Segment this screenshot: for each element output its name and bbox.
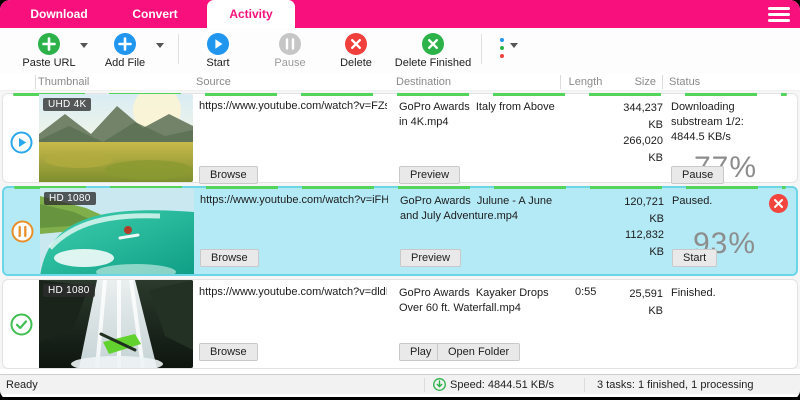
more-dropdown-icon[interactable] xyxy=(510,43,518,48)
tab-bar: Download Convert Activity xyxy=(0,0,800,28)
delete-button[interactable]: Delete xyxy=(327,32,385,69)
size-total: 266,020 KB xyxy=(623,135,663,164)
length-cell: 0:55 xyxy=(575,286,597,298)
source-url[interactable]: https://www.youtube.com/watch?v=iFHN1bd5… xyxy=(200,194,388,206)
status-speed-label: Speed: 4844.51 KB/s xyxy=(450,378,554,391)
size-cell: 344,237 KB 266,020 KB xyxy=(613,94,665,191)
plus-circle-green-icon xyxy=(38,32,60,55)
quality-badge: HD 1080 xyxy=(44,192,96,205)
video-thumbnail-surfer[interactable]: HD 1080 xyxy=(40,188,194,274)
row-state-cell xyxy=(4,188,40,274)
tab-activity[interactable]: Activity xyxy=(207,0,295,28)
length-cell xyxy=(564,188,614,274)
app-window: Download Convert Activity Paste URL Add … xyxy=(0,0,800,400)
play-status-icon[interactable] xyxy=(10,131,33,154)
source-cell: https://www.youtube.com/watch?v=dldIBtsZ… xyxy=(193,280,393,368)
destination-cell: GoPro Awards Julune - A June and July Ad… xyxy=(394,188,564,274)
hamburger-menu-icon[interactable] xyxy=(768,7,790,22)
remove-row-icon[interactable] xyxy=(769,194,788,213)
quality-badge: UHD 4K xyxy=(43,98,92,111)
header-size[interactable]: Size xyxy=(610,76,662,88)
status-cell: Downloading substream 1/2: 4844.5 KB/s 7… xyxy=(665,94,797,191)
start-row-button[interactable]: Start xyxy=(672,249,718,267)
size-cell: 25,591 KB xyxy=(613,280,665,368)
browse-button[interactable]: Browse xyxy=(200,249,259,267)
browse-button[interactable]: Browse xyxy=(199,165,258,184)
toolbar-separator xyxy=(178,33,179,64)
play-circle-icon xyxy=(207,32,229,55)
browse-button[interactable]: Browse xyxy=(199,343,258,361)
check-status-icon[interactable] xyxy=(10,313,33,336)
header-source[interactable]: Source xyxy=(190,76,390,88)
tab-download[interactable]: Download xyxy=(15,0,103,28)
pause-circle-icon xyxy=(279,32,301,55)
quality-badge: HD 1080 xyxy=(43,284,95,297)
download-arrow-icon xyxy=(433,378,446,391)
row-state-cell xyxy=(3,94,39,191)
start-button[interactable]: Start xyxy=(189,32,247,69)
destination-cell: GoPro Awards Italy from Above in 4K.mp4 … xyxy=(393,94,563,191)
pause-status-icon[interactable] xyxy=(11,220,34,243)
source-url[interactable]: https://www.youtube.com/watch?v=FZsxz9Zp… xyxy=(199,100,387,112)
open-folder-button[interactable]: Open Folder xyxy=(437,343,521,361)
preview-button[interactable]: Preview xyxy=(399,165,461,184)
play-button[interactable]: Play xyxy=(399,343,443,361)
pause-button: Pause xyxy=(261,32,319,69)
header-thumbnail[interactable]: Thumbnail xyxy=(36,76,190,88)
header-status[interactable]: Status xyxy=(662,74,800,89)
pause-label: Pause xyxy=(274,56,306,69)
toolbar: Paste URL Add File Start Pause Delete De… xyxy=(0,28,800,73)
delete-finished-circle-icon xyxy=(422,32,444,55)
add-file-label: Add File xyxy=(104,56,146,69)
status-tasks: 3 tasks: 1 finished, 1 processing xyxy=(584,377,754,392)
destination-filename: GoPro Awards Kayaker Drops Over 60 ft. W… xyxy=(399,287,552,314)
tab-convert[interactable]: Convert xyxy=(111,0,199,28)
plus-circle-blue-icon xyxy=(114,32,136,55)
three-dots-menu-icon[interactable] xyxy=(500,37,504,58)
header-length[interactable]: Length xyxy=(560,74,610,89)
source-url[interactable]: https://www.youtube.com/watch?v=dldIBtsZ… xyxy=(199,286,387,298)
paste-url-dropdown-icon[interactable] xyxy=(80,43,88,48)
destination-cell: GoPro Awards Kayaker Drops Over 60 ft. W… xyxy=(393,280,563,368)
header-destination[interactable]: Destination xyxy=(390,76,560,88)
paste-url-label: Paste URL xyxy=(22,56,76,69)
download-row-downloading[interactable]: UHD 4K https://www.youtube.com/watch?v=F… xyxy=(2,93,798,184)
delete-finished-label: Delete Finished xyxy=(394,56,472,69)
length-cell xyxy=(563,94,613,191)
header-icon-col xyxy=(0,74,36,89)
destination-filename: GoPro Awards Julune - A June and July Ad… xyxy=(400,195,556,222)
size-total: 25,591 KB xyxy=(629,288,663,317)
status-text: Downloading substream 1/2: xyxy=(671,101,744,128)
status-bar: Ready Speed: 4844.51 KB/s 3 tasks: 1 fin… xyxy=(0,374,800,394)
delete-label: Delete xyxy=(340,56,372,69)
status-ready: Ready xyxy=(6,378,38,391)
download-list: UHD 4K https://www.youtube.com/watch?v=F… xyxy=(0,91,800,369)
size-total: 112,832 KB xyxy=(625,229,664,258)
start-label: Start xyxy=(206,56,230,69)
download-row-finished[interactable]: HD 1080 https://www.youtube.com/watch?v=… xyxy=(2,279,798,369)
size-downloaded: 120,721 KB xyxy=(624,196,664,225)
size-cell: 120,721 KB 112,832 KB xyxy=(614,188,666,274)
source-cell: https://www.youtube.com/watch?v=FZsxz9Zp… xyxy=(193,94,393,191)
row-state-cell xyxy=(3,280,39,368)
status-cell: Finished. xyxy=(665,280,797,368)
video-thumbnail-mountains[interactable]: UHD 4K xyxy=(39,94,193,191)
status-text: Finished. xyxy=(671,287,716,299)
status-speed: Speed: 4844.51 KB/s xyxy=(424,377,584,392)
delete-finished-button[interactable]: Delete Finished xyxy=(391,32,475,69)
video-thumbnail-kayak-waterfall[interactable]: HD 1080 xyxy=(39,280,193,368)
table-header: Thumbnail Source Destination Length Size… xyxy=(0,73,800,91)
add-file-button[interactable]: Add File xyxy=(96,32,154,69)
toolbar-separator xyxy=(481,33,482,64)
destination-filename: GoPro Awards Italy from Above in 4K.mp4 xyxy=(399,101,558,128)
delete-circle-icon xyxy=(345,32,367,55)
paste-url-button[interactable]: Paste URL xyxy=(20,32,78,69)
download-row-paused-selected[interactable]: HD 1080 https://www.youtube.com/watch?v=… xyxy=(2,186,798,276)
size-downloaded: 344,237 KB xyxy=(623,102,663,131)
preview-button[interactable]: Preview xyxy=(400,249,462,267)
status-speed: 4844.5 KB/s xyxy=(671,130,731,143)
add-file-dropdown-icon[interactable] xyxy=(156,43,164,48)
pause-row-button[interactable]: Pause xyxy=(671,165,725,184)
source-cell: https://www.youtube.com/watch?v=iFHN1bd5… xyxy=(194,188,394,274)
